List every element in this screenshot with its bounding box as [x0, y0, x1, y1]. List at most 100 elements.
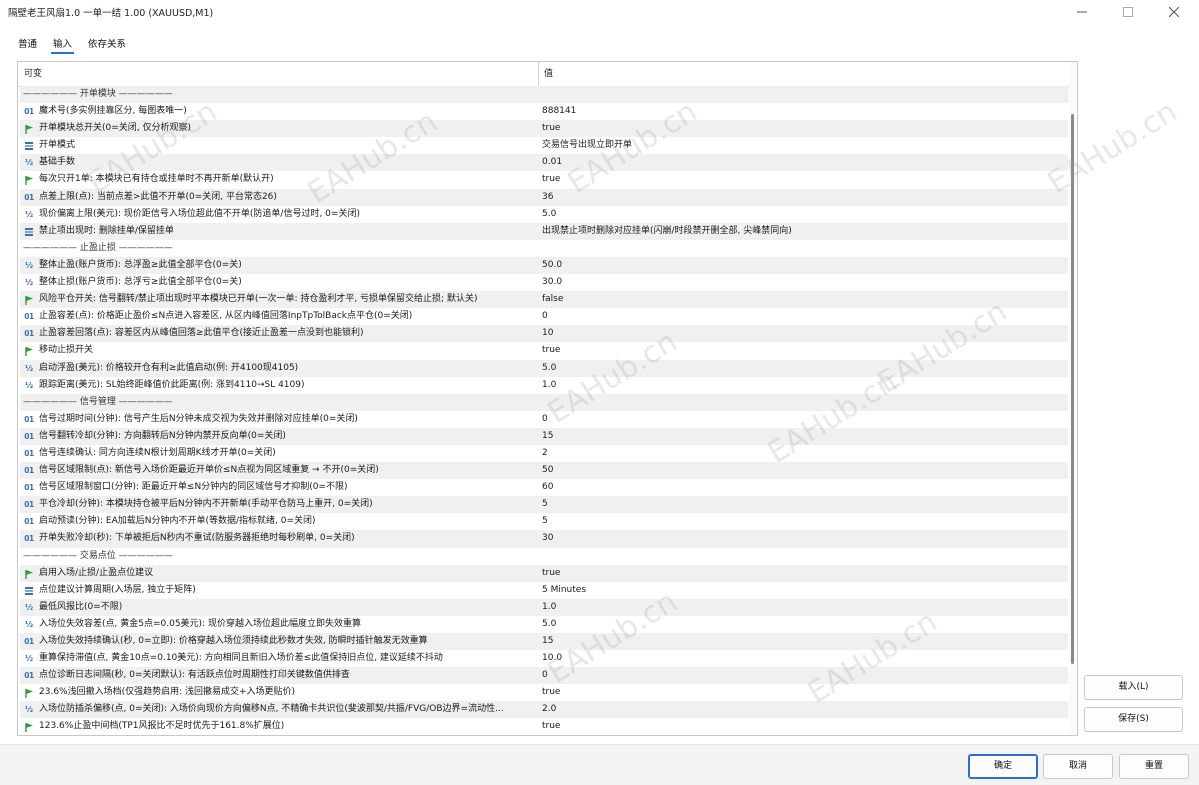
value-cell[interactable]: 30: [542, 530, 1062, 547]
table-row[interactable]: ½ 整体止盈(账户货币): 总浮盈≥此值全部平仓(0=关) 50.0: [20, 256, 1068, 275]
maximize-icon[interactable]: [1105, 0, 1151, 24]
value-cell[interactable]: 10: [542, 325, 1062, 342]
value-cell[interactable]: 5.0: [542, 616, 1062, 633]
minimize-icon[interactable]: [1059, 0, 1105, 24]
value-cell[interactable]: 60: [542, 479, 1062, 496]
variable-label: 跟踪距离(美元): SL始终距峰值价此距离(例: 涨到4110→SL 4109): [39, 379, 305, 390]
table-row[interactable]: 01 信号区域限制(点): 新信号入场价距最近开单价≤N点视为同区域重复 → 不开…: [20, 462, 1068, 480]
table-row[interactable]: 01 信号连续确认: 同方向连续N根计划周期K线才开单(0=关闭) 2: [20, 445, 1068, 462]
value-cell[interactable]: 10.0: [542, 650, 1062, 667]
variable-label: 开单失败冷却(秒): 下单被拒后N秒内不重试(防服务器拒绝时每秒刷单, 0=关闭…: [39, 533, 355, 544]
table-row[interactable]: ½ 启动浮盈(美元): 价格较开仓有利≥此值启动(例: 开4100现4105) 5.…: [20, 359, 1068, 377]
table-row[interactable]: 移动止损开关 true: [20, 342, 1068, 359]
value-cell[interactable]: 5: [542, 496, 1062, 513]
value-cell[interactable]: 1.0: [542, 599, 1062, 616]
table-row[interactable]: 23.6%浅回撤入场档(仅强趋势启用: 浅回撤易成交+入场更贴价) true: [20, 684, 1068, 701]
scrollbar-thumb[interactable]: [1071, 114, 1074, 664]
table-row[interactable]: 01 入场位失效持续确认(秒, 0=立即): 价格穿越入场位须持续此秒数才失效, …: [20, 633, 1068, 651]
table-row[interactable]: ½ 入场位防插杀偏移(点, 0=关闭): 入场价向现价方向偏移N点, 不精确卡共识…: [20, 701, 1068, 719]
column-header-variable[interactable]: 可变: [18, 62, 539, 86]
value-cell[interactable]: 2: [542, 445, 1062, 462]
table-row[interactable]: 禁止项出现时: 删除挂单/保留挂单 出现禁止项时删除对应挂单(闪崩/时段禁开删全部…: [20, 222, 1068, 240]
boolean-flag-icon: [23, 120, 35, 137]
value-cell[interactable]: 50.0: [542, 257, 1062, 274]
table-row[interactable]: ½ 入场位失效容差(点, 黄金5点=0.05美元): 现价穿越入场位超此幅度立即失…: [20, 616, 1068, 633]
value-cell[interactable]: 50: [542, 462, 1062, 479]
table-row[interactable]: 01 启动预读(分钟): EA加载后N分钟内不开单(等数据/指标就绪, 0=关闭)…: [20, 513, 1068, 530]
table-row[interactable]: ½ 整体止损(账户货币): 总浮亏≥此值全部平仓(0=关) 30.0: [20, 274, 1068, 291]
table-row[interactable]: 01 开单失败冷却(秒): 下单被拒后N秒内不重试(防服务器拒绝时每秒刷单, 0=…: [20, 530, 1068, 548]
value-cell[interactable]: true: [542, 684, 1062, 701]
load-button[interactable]: 载入(L): [1084, 675, 1183, 700]
table-row[interactable]: 01 点位诊断日志间隔(秒, 0=关闭默认): 有活跃点位时周期性打印关键数值供排…: [20, 667, 1068, 685]
table-row[interactable]: 01 魔术号(多实例挂靠区分, 每图表唯一) 888141: [20, 103, 1068, 120]
table-row[interactable]: ½ 最低风报比(0=不限) 1.0: [20, 598, 1068, 616]
value-cell[interactable]: 1.0: [542, 377, 1062, 394]
table-row[interactable]: 01 信号翻转冷却(分钟): 方向翻转后N分钟内禁开反向单(0=关闭) 15: [20, 427, 1068, 445]
column-header-value[interactable]: 值: [538, 62, 1044, 86]
value-cell[interactable]: 0: [542, 308, 1062, 325]
value-cell[interactable]: 0: [542, 667, 1062, 684]
value-cell: [542, 240, 1062, 257]
value-cell[interactable]: true: [542, 565, 1062, 582]
table-row[interactable]: 01 点差上限(点): 当前点差>此值不开单(0=关闭, 平台常态26) 36: [20, 188, 1068, 206]
variable-cell: 移动止损开关: [20, 342, 538, 359]
value-cell[interactable]: true: [542, 718, 1062, 735]
table-row[interactable]: 01 信号过期时间(分钟): 信号产生后N分钟未成交视为失效并删除对应挂单(0=关…: [20, 411, 1068, 428]
table-row[interactable]: 开单模式 交易信号出现立即开单: [20, 137, 1068, 154]
variable-label: 移动止损开关: [39, 345, 94, 356]
variable-label: 信号区域限制(点): 新信号入场价距最近开单价≤N点视为同区域重复 → 不开(0…: [39, 465, 379, 476]
value-cell[interactable]: true: [542, 120, 1062, 137]
variable-cell: 01 止盈容差回落(点): 容差区内从峰值回落≥此值平仓(接近止盈差一点没到也能锁…: [20, 325, 538, 342]
table-row[interactable]: 123.6%止盈中间档(TP1风报比不足时优先于161.8%扩展位) true: [20, 718, 1068, 735]
variable-label: 每次只开1单: 本模块已有持仓或挂单时不再开新单(默认开): [39, 174, 274, 185]
close-icon[interactable]: [1151, 0, 1197, 24]
value-cell[interactable]: 5 Minutes: [542, 582, 1062, 599]
table-row[interactable]: 开单模块总开关(0=关闭, 仅分析观察) true: [20, 120, 1068, 138]
integer-type-icon: 01: [24, 448, 34, 458]
value-cell[interactable]: 15: [542, 428, 1062, 445]
table-row[interactable]: 点位建议计算周期(入场层, 独立于矩阵) 5 Minutes: [20, 582, 1068, 599]
variable-cell: 01 点位诊断日志间隔(秒, 0=关闭默认): 有活跃点位时周期性打印关键数值供排…: [20, 667, 538, 684]
value-cell[interactable]: 0: [542, 411, 1062, 428]
value-cell[interactable]: 888141: [542, 103, 1062, 120]
vertical-scrollbar[interactable]: [1069, 62, 1077, 735]
table-row[interactable]: 每次只开1单: 本模块已有持仓或挂单时不再开新单(默认开) true: [20, 171, 1068, 188]
value-cell[interactable]: 5.0: [542, 206, 1062, 223]
table-row[interactable]: ½ 跟踪距离(美元): SL始终距峰值价此距离(例: 涨到4110→SL 4109…: [20, 377, 1068, 394]
table-row[interactable]: 01 平仓冷却(分钟): 本模块持仓被平后N分钟内不开新单(手动平仓防马上重开, …: [20, 496, 1068, 514]
value-cell[interactable]: true: [542, 171, 1062, 188]
value-cell[interactable]: 15: [542, 633, 1062, 650]
value-cell[interactable]: 30.0: [542, 274, 1062, 291]
table-row[interactable]: 风险平仓开关: 信号翻转/禁止项出现时平本模块已开单(一次一单: 持仓盈利才平,…: [20, 291, 1068, 309]
table-body: —————— 开单模块 —————— 01 魔术号(多实例挂靠区分, 每图表唯一) 8…: [20, 86, 1068, 735]
table-row[interactable]: ½ 重算保持滞值(点, 黄金10点=0.10美元): 方向相同且新旧入场价差≤此值…: [20, 650, 1068, 667]
value-cell[interactable]: 5.0: [542, 360, 1062, 377]
tab-inputs[interactable]: 输入: [45, 34, 80, 54]
integer-type-icon: 01: [24, 312, 34, 322]
value-cell[interactable]: 出现禁止项时删除对应挂单(闪崩/时段禁开删全部, 尖峰禁同向): [542, 223, 1062, 240]
table-row[interactable]: ½ 基础手数 0.01: [20, 154, 1068, 172]
value-cell[interactable]: 36: [542, 189, 1062, 206]
table-row[interactable]: 01 止盈容差回落(点): 容差区内从峰值回落≥此值平仓(接近止盈差一点没到也能锁…: [20, 325, 1068, 343]
value-cell[interactable]: true: [542, 342, 1062, 359]
tab-general[interactable]: 普通: [10, 34, 45, 54]
boolean-flag-icon: [23, 171, 35, 188]
value-cell[interactable]: 5: [542, 513, 1062, 530]
value-cell[interactable]: 0.01: [542, 154, 1062, 171]
table-row[interactable]: ½ 现价偏离上限(美元): 现价距信号入场位超此值不开单(防追单/信号过时, 0=…: [20, 206, 1068, 223]
table-row[interactable]: 01 止盈容差(点): 价格距止盈价≤N点进入容差区, 从区内峰值回落InpTpT…: [20, 308, 1068, 325]
value-cell[interactable]: 交易信号出现立即开单: [542, 137, 1062, 154]
ok-button[interactable]: 确定: [968, 754, 1038, 779]
save-button[interactable]: 保存(S): [1084, 707, 1183, 732]
table-row[interactable]: 01 信号区域限制窗口(分钟): 距最近开单≤N分钟内的同区域信号才抑制(0=不限…: [20, 479, 1068, 496]
reset-button[interactable]: 重置: [1119, 754, 1189, 779]
variable-cell: 01 平仓冷却(分钟): 本模块持仓被平后N分钟内不开新单(手动平仓防马上重开, …: [20, 496, 538, 513]
cancel-button[interactable]: 取消: [1043, 754, 1113, 779]
tab-dependencies[interactable]: 依存关系: [80, 34, 134, 54]
value-cell[interactable]: 2.0: [542, 701, 1062, 718]
value-cell[interactable]: false: [542, 291, 1062, 308]
variable-cell: 每次只开1单: 本模块已有持仓或挂单时不再开新单(默认开): [20, 171, 538, 188]
table-row[interactable]: 启用入场/止损/止盈点位建议 true: [20, 564, 1068, 582]
double-type-icon: ½: [24, 158, 34, 168]
